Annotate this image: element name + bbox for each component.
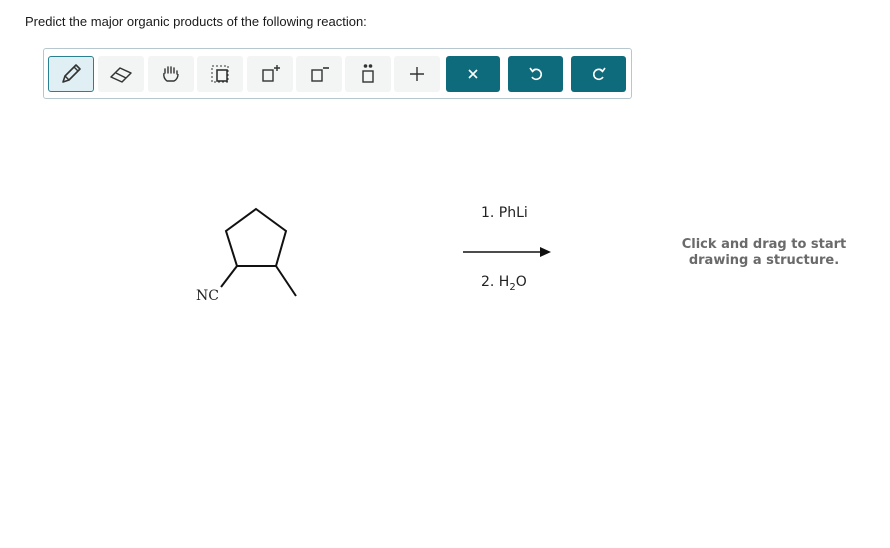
hint-line-2: drawing a structure. — [688, 253, 840, 268]
clear-button[interactable] — [446, 56, 500, 92]
hand-icon — [163, 66, 179, 82]
arrow-head — [540, 247, 551, 257]
drawing-canvas-hint[interactable]: Click and drag to start drawing a struct… — [676, 237, 852, 269]
move-tool-button[interactable] — [148, 56, 194, 92]
drawing-toolbar — [43, 48, 632, 99]
methyl-bond — [275, 265, 297, 297]
plus-icon — [410, 67, 424, 81]
add-tool-button[interactable] — [394, 56, 440, 92]
nitrile-label: NC — [196, 288, 219, 304]
cyclopentane-ring — [224, 207, 288, 267]
minus-charge-icon — [311, 67, 329, 82]
draw-tool-button[interactable] — [48, 56, 94, 92]
eraser-icon — [110, 67, 132, 83]
reagent-step2-suffix: O — [515, 274, 527, 290]
positive-charge-tool-button[interactable] — [247, 56, 293, 92]
undo-button[interactable] — [508, 56, 563, 92]
close-icon — [468, 69, 478, 79]
question-prompt: Predict the major organic products of th… — [25, 14, 367, 29]
pencil-icon — [62, 64, 81, 83]
reagent-step2-prefix: 2. H — [481, 274, 510, 290]
cyano-bond — [220, 265, 238, 288]
reagent-step2: 2. H2O — [481, 274, 527, 293]
negative-charge-tool-button[interactable] — [296, 56, 342, 92]
plus-charge-icon — [262, 65, 280, 82]
erase-tool-button[interactable] — [98, 56, 144, 92]
redo-button[interactable] — [571, 56, 626, 92]
lone-pair-tool-button[interactable] — [345, 56, 391, 92]
undo-icon — [528, 67, 542, 81]
lasso-select-icon — [211, 65, 229, 83]
reagent-step1: 1. PhLi — [481, 205, 528, 221]
select-tool-button[interactable] — [197, 56, 243, 92]
lone-pair-icon — [362, 64, 374, 83]
hint-line-1: Click and drag to start — [681, 237, 847, 252]
redo-icon — [592, 67, 606, 81]
